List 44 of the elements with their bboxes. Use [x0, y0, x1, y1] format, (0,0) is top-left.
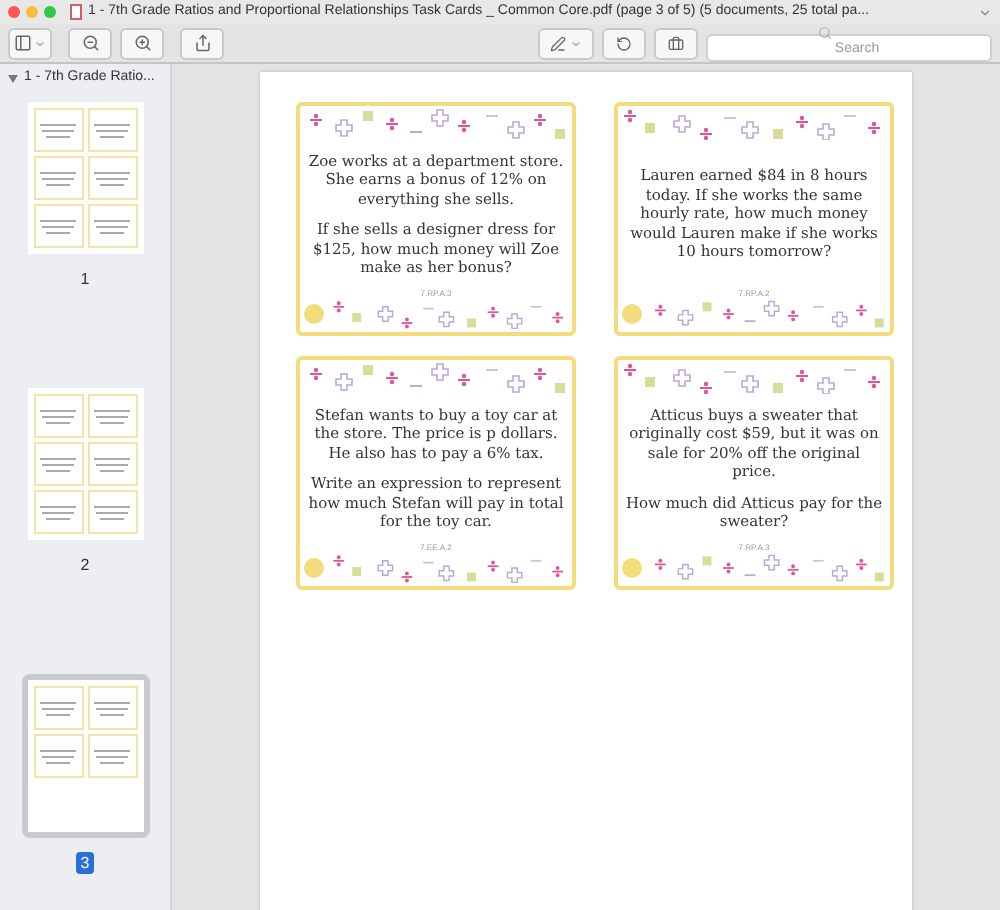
thumbnail-card-drawing — [87, 394, 137, 438]
zoom-in-button[interactable] — [120, 27, 164, 59]
thumbnail-card-drawing — [33, 156, 83, 200]
page-number: 3 — [76, 852, 94, 874]
thumbnail-card-drawing — [87, 490, 137, 534]
close-button[interactable] — [8, 6, 20, 18]
thumbnail-card-drawing — [33, 734, 83, 778]
thumbnail-card-drawing — [33, 394, 83, 438]
page-thumbnail[interactable] — [27, 102, 143, 254]
disclosure-triangle-icon[interactable] — [8, 73, 18, 83]
thumbnail-card-drawing — [87, 734, 137, 778]
page-number: 1 — [80, 268, 90, 290]
thumbnail-card-drawing — [33, 108, 83, 152]
thumbnail-card-drawing — [87, 686, 137, 730]
thumbnail-card-drawing — [33, 490, 83, 534]
thumbnail-card-drawing — [87, 204, 137, 248]
page-thumbnail[interactable] — [27, 388, 143, 540]
toolbox-icon — [668, 35, 684, 51]
share-button[interactable] — [180, 27, 224, 59]
thumbnail-card-drawing — [87, 442, 137, 486]
share-icon — [193, 34, 211, 52]
chevron-down-icon[interactable] — [978, 5, 992, 19]
chevron-down-icon — [34, 37, 46, 49]
toolbox-button[interactable] — [654, 27, 698, 59]
zoom-button[interactable] — [44, 6, 56, 18]
pdf-file-icon — [70, 4, 82, 20]
page-thumbnail[interactable] — [21, 674, 149, 838]
thumbnail-card-drawing — [87, 108, 137, 152]
thumbnail-card-drawing — [33, 442, 83, 486]
thumbnail-card-drawing — [33, 204, 83, 248]
rotate-button[interactable] — [602, 27, 646, 59]
zoom-in-icon — [133, 34, 151, 52]
sidebar-icon — [14, 34, 32, 52]
chevron-down-icon — [570, 37, 582, 49]
search-icon — [818, 26, 832, 40]
zoom-out-icon — [81, 34, 99, 52]
page-number: 2 — [80, 554, 90, 576]
pen-icon — [550, 35, 566, 51]
markup-button[interactable] — [538, 27, 594, 59]
thumbnail-card-drawing — [87, 156, 137, 200]
sidebar-toggle-button[interactable] — [8, 27, 52, 59]
rotate-icon — [616, 35, 632, 51]
zoom-out-button[interactable] — [68, 27, 112, 59]
thumbnail-card-drawing — [33, 686, 83, 730]
